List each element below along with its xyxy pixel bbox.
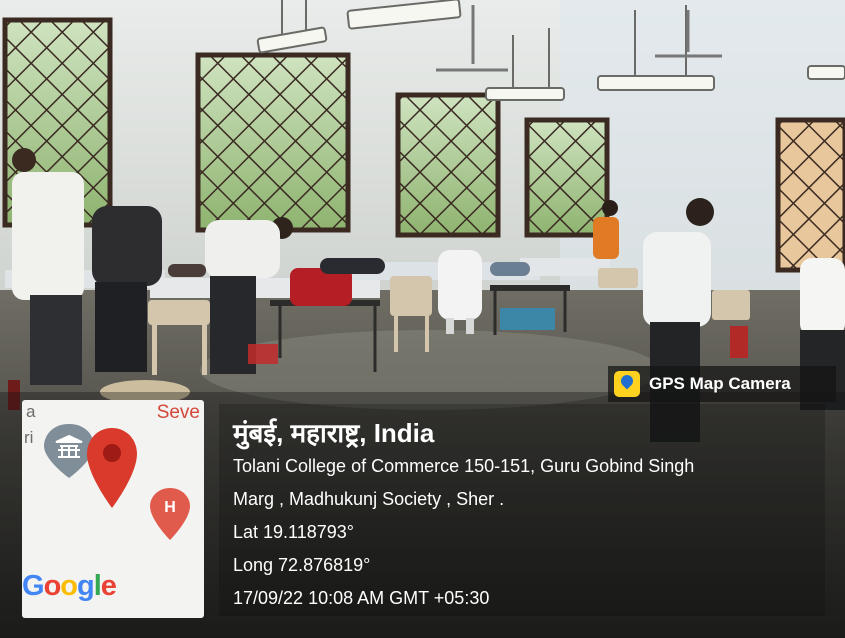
address-line-2: Marg , Madhukunj Society , Sher . bbox=[233, 489, 505, 509]
window-icon bbox=[775, 117, 845, 273]
svg-text:H: H bbox=[164, 499, 176, 516]
photo-frame: GPS Map Camera a ri Seve H Google मुंबई,… bbox=[0, 0, 845, 638]
google-letter: o bbox=[43, 570, 62, 602]
google-letter: g bbox=[77, 570, 95, 602]
location-pin-icon bbox=[87, 428, 137, 508]
window-icon bbox=[524, 117, 610, 238]
location-info-panel: मुंबई, महाराष्ट्र, India Tolani College … bbox=[219, 404, 825, 616]
longitude-text: Long 72.876819° bbox=[233, 555, 371, 575]
google-letter: l bbox=[93, 570, 102, 602]
hospital-icon: H bbox=[150, 488, 190, 540]
gps-map-camera-badge: GPS Map Camera bbox=[608, 366, 836, 402]
window-icon bbox=[395, 92, 501, 238]
timestamp-text: 17/09/22 10:08 AM GMT +05:30 bbox=[233, 588, 490, 608]
latitude-text: Lat 19.118793° bbox=[233, 522, 354, 542]
museum-icon bbox=[44, 424, 94, 478]
location-heading: मुंबई, महाराष्ट्र, India bbox=[233, 418, 435, 448]
window-icon bbox=[195, 52, 351, 233]
address-line-1: Tolani College of Commerce 150-151, Guru… bbox=[233, 456, 695, 476]
map-thumbnail: a ri Seve H Google bbox=[22, 400, 204, 618]
gps-badge-label: GPS Map Camera bbox=[649, 374, 791, 393]
map-pin-icon bbox=[614, 371, 640, 397]
google-letter: e bbox=[100, 570, 117, 602]
google-logo: Google bbox=[22, 570, 117, 603]
google-letter: G bbox=[22, 570, 45, 602]
google-letter: o bbox=[60, 570, 78, 602]
